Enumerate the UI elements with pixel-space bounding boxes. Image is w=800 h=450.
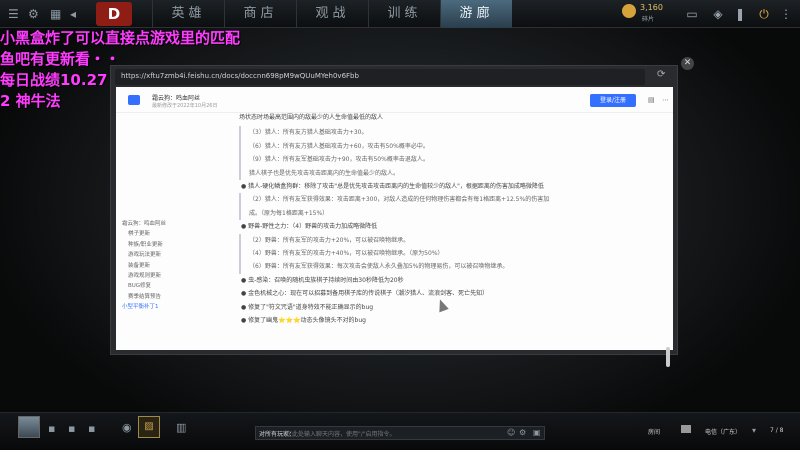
inventory-icon[interactable]: ▭ [684, 6, 700, 22]
party-icon[interactable]: ▪ [48, 422, 55, 435]
document-page: 霜云狗：鸣血阿丝 最新修改于2022年10月26日 登录/注册 ▤ ⋯ 霜云狗：… [116, 87, 673, 367]
toc-item[interactable]: 游戏规则更新 [122, 271, 166, 281]
content-quote: （9）猎人：所有友军基础攻击力+90，攻击有50%概率击退敌人。 [239, 153, 559, 167]
send-icon[interactable]: ▣ [533, 428, 541, 437]
main-nav: 英雄 商店 观战 训练 游廊 [152, 0, 512, 28]
document-header: 霜云狗：鸣血阿丝 最新修改于2022年10月26日 登录/注册 ▤ ⋯ [116, 87, 673, 113]
toc-item[interactable]: BUG修复 [122, 281, 166, 291]
tab-learn[interactable]: 训练 [368, 0, 440, 28]
url-text: https://xftu7zmb4i.feishu.cn/docs/doccnn… [121, 72, 359, 80]
toc-item[interactable]: 棋子更新 [122, 229, 166, 239]
gear-icon[interactable]: ⚙ [519, 428, 526, 437]
content-quote: （6）野兽：所有友军获得效果：每次攻击会使敌人永久叠加5%的物理易伤，可以被召唤… [239, 260, 559, 274]
party-icon[interactable]: ▪ [68, 422, 75, 435]
document-title: 霜云狗：鸣血阿丝 [152, 95, 201, 102]
dota-plus-icon[interactable]: ▨ [138, 416, 160, 438]
content-line: 场状态时场最高范围内的敌最少的人生命值最低的敌人 [239, 114, 384, 121]
back-icon[interactable]: ◂ [70, 6, 76, 22]
scrollbar[interactable] [666, 347, 670, 367]
grid-icon[interactable]: ▦ [50, 6, 61, 22]
refresh-icon[interactable]: ⟳ [657, 69, 665, 80]
notification-icon[interactable]: ❚ [732, 6, 748, 22]
menu-icon[interactable]: ☰ [8, 6, 19, 22]
gold-icon [622, 4, 636, 18]
content-bullet: ● 修复了"符文咒语"道身特效不能正确显示的bug [241, 303, 374, 311]
power-icon[interactable]: ⏻ [756, 6, 772, 22]
tab-store[interactable]: 商店 [224, 0, 296, 28]
room-label[interactable]: 房间 [648, 427, 660, 436]
tab-arcade[interactable]: 游廊 [440, 0, 512, 28]
present-icon[interactable]: ▤ [648, 96, 655, 104]
gear-icon[interactable]: ⚙ [28, 6, 39, 22]
party-icon[interactable]: ▪ [88, 422, 95, 435]
content-quote: （4）野兽：所有友军的攻击力+40%，可以被召唤物继承。（原为50%） [239, 247, 559, 261]
chevron-down-icon[interactable]: ▾ [752, 426, 756, 435]
content-bullet: ● 金色机械之心：现在可以招募到备用棋子库的传说棋子（潮汐猎人、流浪剑客、死亡先… [241, 290, 489, 298]
toc-item[interactable]: 游戏玩法更新 [122, 250, 166, 260]
content-bullet: ● 猎人-硬化鳞盒狗群：移除了攻击"总是优先攻击攻击距离内的生命值较少的敌人"，… [241, 183, 544, 191]
content-quote: （2）野兽：所有友军的攻击力+20%，可以被召唤物继承。 [239, 233, 559, 248]
content-quote: 猎人棋子也是优先攻击攻击距离内的生命值最少的敌人。 [239, 166, 559, 181]
toc-item-active[interactable]: 小型平衡补丁1 [122, 302, 166, 312]
chat-placeholder: 在此处输入聊天内容，使用"/"启用指令。 [286, 431, 396, 438]
url-bar[interactable]: https://xftu7zmb4i.feishu.cn/docs/doccnn… [115, 69, 645, 85]
top-bar: ☰ ⚙ ▦ ◂ D 英雄 商店 观战 训练 游廊 3,160 碎片 ▭ ◈ ❚ … [0, 0, 800, 28]
game-logo-icon[interactable]: D [96, 2, 132, 26]
gold-value: 3,160 [640, 3, 663, 12]
chat-input[interactable]: 对所有玩家： 在此处输入聊天内容，使用"/"启用指令。 [255, 426, 545, 440]
content-bullet: ● 修复了幽鬼⭐⭐⭐动态头像镜头不对的bug [241, 317, 366, 325]
overlay-line: 小黑盒炸了可以直接点游戏里的匹配 [0, 29, 241, 47]
signal-icon [681, 425, 691, 433]
content-quote: （6）猎人：所有友方猎人基础攻击力+60，攻击有50%概率必中。 [239, 139, 559, 154]
options-icon[interactable]: ⋮ [778, 6, 794, 22]
toc-item[interactable]: 赛季结算预告 [122, 292, 166, 302]
table-of-contents: 霜云狗：鸣血阿丝 棋子更新 种族/职业更新 游戏玩法更新 装备更新 游戏规则更新… [122, 219, 166, 313]
tab-watch[interactable]: 观战 [296, 0, 368, 28]
in-game-browser: https://xftu7zmb4i.feishu.cn/docs/doccnn… [110, 65, 678, 367]
content-bullet: ● 野兽-野性之力：（4）野兽的攻击力加成略微降低 [241, 223, 378, 231]
document-modified-date: 最新修改于2022年10月26日 [152, 103, 218, 109]
feishu-logo-icon [128, 95, 140, 105]
friends-icon[interactable]: ▥ [176, 421, 186, 434]
player-count: 7 / 8 [770, 427, 784, 434]
region-label[interactable]: 电信（广东） [705, 427, 741, 436]
avatar[interactable] [18, 416, 40, 438]
gold-sub-label: 碎片 [642, 16, 655, 23]
content-quote: （2）猎人：所有友军获得效果：攻击距离+300，对敌人造成的任何物理伤害都会有每… [239, 193, 559, 221]
shield-icon[interactable]: ◈ [710, 6, 726, 22]
close-icon[interactable]: ✕ [681, 57, 694, 70]
party-add-icon[interactable]: ◉ [122, 421, 132, 434]
toc-item[interactable]: 种族/职业更新 [122, 240, 166, 250]
tab-heroes[interactable]: 英雄 [152, 0, 224, 28]
emoticon-icon[interactable]: ☺ [507, 428, 515, 437]
more-icon[interactable]: ⋯ [662, 96, 669, 104]
login-button[interactable]: 登录/注册 [590, 94, 636, 107]
toc-item[interactable]: 霜云狗：鸣血阿丝 [122, 219, 166, 229]
toc-item[interactable]: 装备更新 [122, 261, 166, 271]
document-content: 场状态时场最高范围内的敌最少的人生命值最低的敌人 （3）猎人：所有友方猎人基础攻… [239, 111, 559, 328]
content-quote: （3）猎人：所有友方猎人基础攻击力+30。 [239, 126, 559, 140]
content-bullet: ● 虫-感染：召唤的随机虫族棋子持续时间由30秒降低为20秒 [241, 276, 404, 284]
